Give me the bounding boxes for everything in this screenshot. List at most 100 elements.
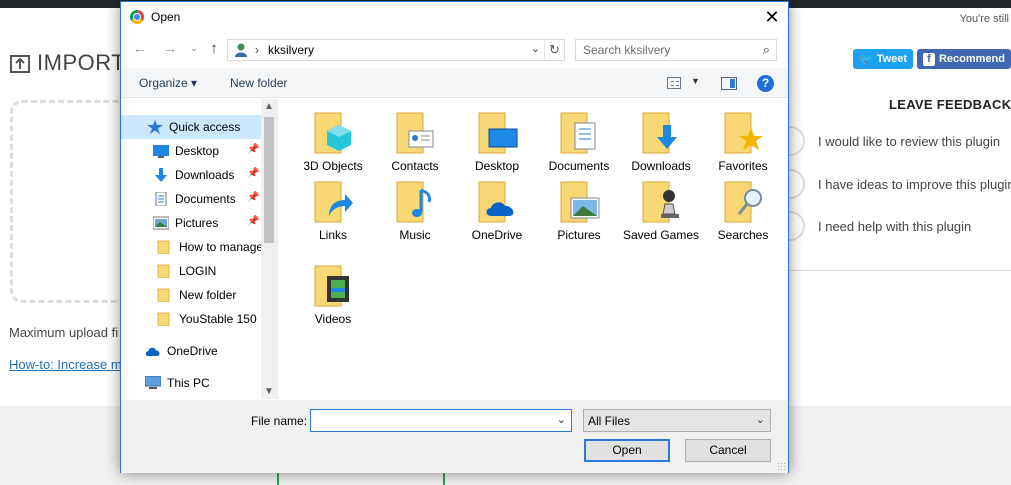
file-type-value: All Files	[588, 414, 631, 428]
import-heading: IMPORT	[9, 50, 125, 76]
nav-item-pictures[interactable]: Pictures 📌	[121, 211, 261, 235]
file-list: 3D Objects Contacts Desktop Documents Do…	[281, 99, 788, 399]
nav-item-this-pc[interactable]: This PC	[121, 371, 261, 395]
file-item-favorites[interactable]: Favorites	[703, 111, 783, 174]
nav-item-label: Downloads	[175, 168, 235, 182]
file-item-label: Desktop	[474, 159, 520, 173]
tweet-button[interactable]: 🐦 Tweet	[853, 49, 914, 69]
file-item-documents[interactable]: Documents	[539, 111, 619, 174]
forward-arrow-icon[interactable]: →	[161, 40, 179, 58]
cancel-button[interactable]: Cancel	[685, 439, 771, 462]
file-item-label: OneDrive	[471, 228, 523, 242]
nav-item-label: LOGIN	[179, 264, 217, 278]
search-input[interactable]: Search kksilvery ⌕	[575, 39, 777, 61]
pin-icon[interactable]: 📌	[247, 144, 259, 155]
nav-item-label: New folder	[179, 288, 237, 302]
breadcrumb-path[interactable]: kksilvery	[268, 43, 314, 57]
feedback-option-help[interactable]: I need help with this plugin	[775, 211, 971, 241]
file-type-select[interactable]: All Files ⌄	[583, 409, 771, 432]
facebook-icon: f	[923, 52, 935, 66]
view-dropdown-icon[interactable]: ▼	[691, 76, 700, 86]
resize-grip-icon[interactable]	[777, 462, 785, 470]
nav-item-folder[interactable]: LOGIN	[121, 259, 261, 283]
file-item-onedrive[interactable]: OneDrive	[457, 180, 537, 243]
organize-menu[interactable]: Organize ▾	[139, 76, 197, 90]
feedback-option-ideas[interactable]: I have ideas to improve this plugin	[775, 169, 1011, 199]
downloads-folder-icon	[642, 112, 677, 154]
command-bar: Organize ▾ New folder ▼ ?	[121, 68, 788, 98]
preview-pane-icon[interactable]	[721, 77, 737, 90]
file-item-videos[interactable]: Videos	[293, 264, 373, 327]
pictures-icon	[153, 216, 169, 230]
close-button[interactable]: ✕	[756, 2, 788, 32]
chevron-down-icon[interactable]: ⌄	[756, 413, 765, 426]
open-button[interactable]: Open	[584, 439, 670, 462]
file-item-label: Videos	[314, 312, 352, 326]
desktop-icon	[153, 145, 169, 158]
howto-increase-link[interactable]: How-to: Increase m	[9, 357, 122, 372]
new-folder-button[interactable]: New folder	[230, 76, 287, 90]
file-item-label: Music	[399, 228, 431, 242]
pictures-folder-icon	[560, 181, 600, 223]
view-options-icon[interactable]	[667, 77, 681, 89]
3d-objects-folder-icon	[314, 112, 351, 154]
feedback-title: LEAVE FEEDBACK	[889, 97, 1011, 112]
feedback-option-label: I would like to review this plugin	[818, 133, 1001, 149]
file-item-label: Searches	[717, 228, 769, 242]
nav-item-documents[interactable]: Documents 📌	[121, 187, 261, 211]
file-item-3d-objects[interactable]: 3D Objects	[293, 111, 373, 174]
folder-icon	[157, 288, 170, 302]
nav-item-downloads[interactable]: Downloads 📌	[121, 163, 261, 187]
nav-item-quick-access[interactable]: Quick access	[121, 115, 261, 139]
dialog-title: Open	[151, 10, 181, 24]
notice-text: You're still	[959, 13, 1009, 25]
file-name-input[interactable]: ⌄	[310, 409, 572, 432]
nav-item-label: OneDrive	[167, 344, 218, 358]
pin-icon[interactable]: 📌	[247, 192, 259, 203]
nav-item-desktop[interactable]: Desktop 📌	[121, 139, 261, 163]
onedrive-folder-icon	[478, 181, 514, 223]
facebook-recommend-button[interactable]: f Recommend	[917, 49, 1011, 69]
dialog-footer: File name: ⌄ All Files ⌄ Open Cancel	[121, 400, 788, 473]
chevron-down-icon[interactable]: ⌄	[531, 42, 540, 55]
chrome-icon	[130, 10, 144, 24]
file-item-links[interactable]: Links	[293, 180, 373, 243]
nav-item-folder[interactable]: YouStable 150	[121, 307, 261, 331]
help-icon[interactable]: ?	[757, 75, 774, 92]
scrollbar-thumb[interactable]	[264, 117, 274, 243]
desktop-folder-icon	[478, 112, 518, 154]
recommend-label: Recommend	[938, 53, 1005, 65]
navigation-bar: ← → ⌄ ↑ › kksilvery ⌄ ↻ Search kksilvery…	[121, 36, 788, 64]
recent-dropdown-icon[interactable]: ⌄	[185, 40, 203, 58]
chevron-down-icon[interactable]: ⌄	[557, 413, 566, 426]
divider	[788, 270, 1011, 271]
file-item-searches[interactable]: Searches	[703, 180, 783, 243]
user-folder-icon	[235, 43, 247, 57]
file-item-pictures[interactable]: Pictures	[539, 180, 619, 243]
nav-item-folder[interactable]: New folder	[121, 283, 261, 307]
nav-scrollbar[interactable]: ▲ ▼	[261, 99, 277, 399]
file-item-music[interactable]: Music	[375, 180, 455, 243]
scroll-up-icon[interactable]: ▲	[264, 101, 274, 112]
address-bar[interactable]: › kksilvery ⌄ ↻	[227, 39, 565, 61]
dialog-titlebar[interactable]: Open ✕	[121, 2, 788, 32]
feedback-option-label: I have ideas to improve this plugin	[818, 176, 1011, 192]
file-item-contacts[interactable]: Contacts	[375, 111, 455, 174]
nav-item-folder[interactable]: How to manage	[121, 235, 263, 259]
saved-games-folder-icon	[642, 181, 679, 223]
file-item-label: Documents	[548, 159, 610, 173]
refresh-icon[interactable]: ↻	[544, 40, 564, 60]
scroll-down-icon[interactable]: ▼	[264, 386, 274, 397]
file-item-label: Favorites	[718, 159, 768, 173]
nav-item-onedrive[interactable]: OneDrive	[121, 339, 261, 363]
back-arrow-icon[interactable]: ←	[131, 40, 149, 58]
up-arrow-icon[interactable]: ↑	[205, 40, 223, 58]
feedback-option-review[interactable]: I would like to review this plugin	[775, 126, 1000, 156]
file-item-saved-games[interactable]: Saved Games	[621, 180, 701, 243]
music-folder-icon	[396, 181, 431, 223]
file-item-desktop[interactable]: Desktop	[457, 111, 537, 174]
search-icon[interactable]: ⌕	[763, 42, 770, 58]
pin-icon[interactable]: 📌	[247, 168, 259, 179]
file-item-downloads[interactable]: Downloads	[621, 111, 701, 174]
pin-icon[interactable]: 📌	[247, 216, 259, 227]
